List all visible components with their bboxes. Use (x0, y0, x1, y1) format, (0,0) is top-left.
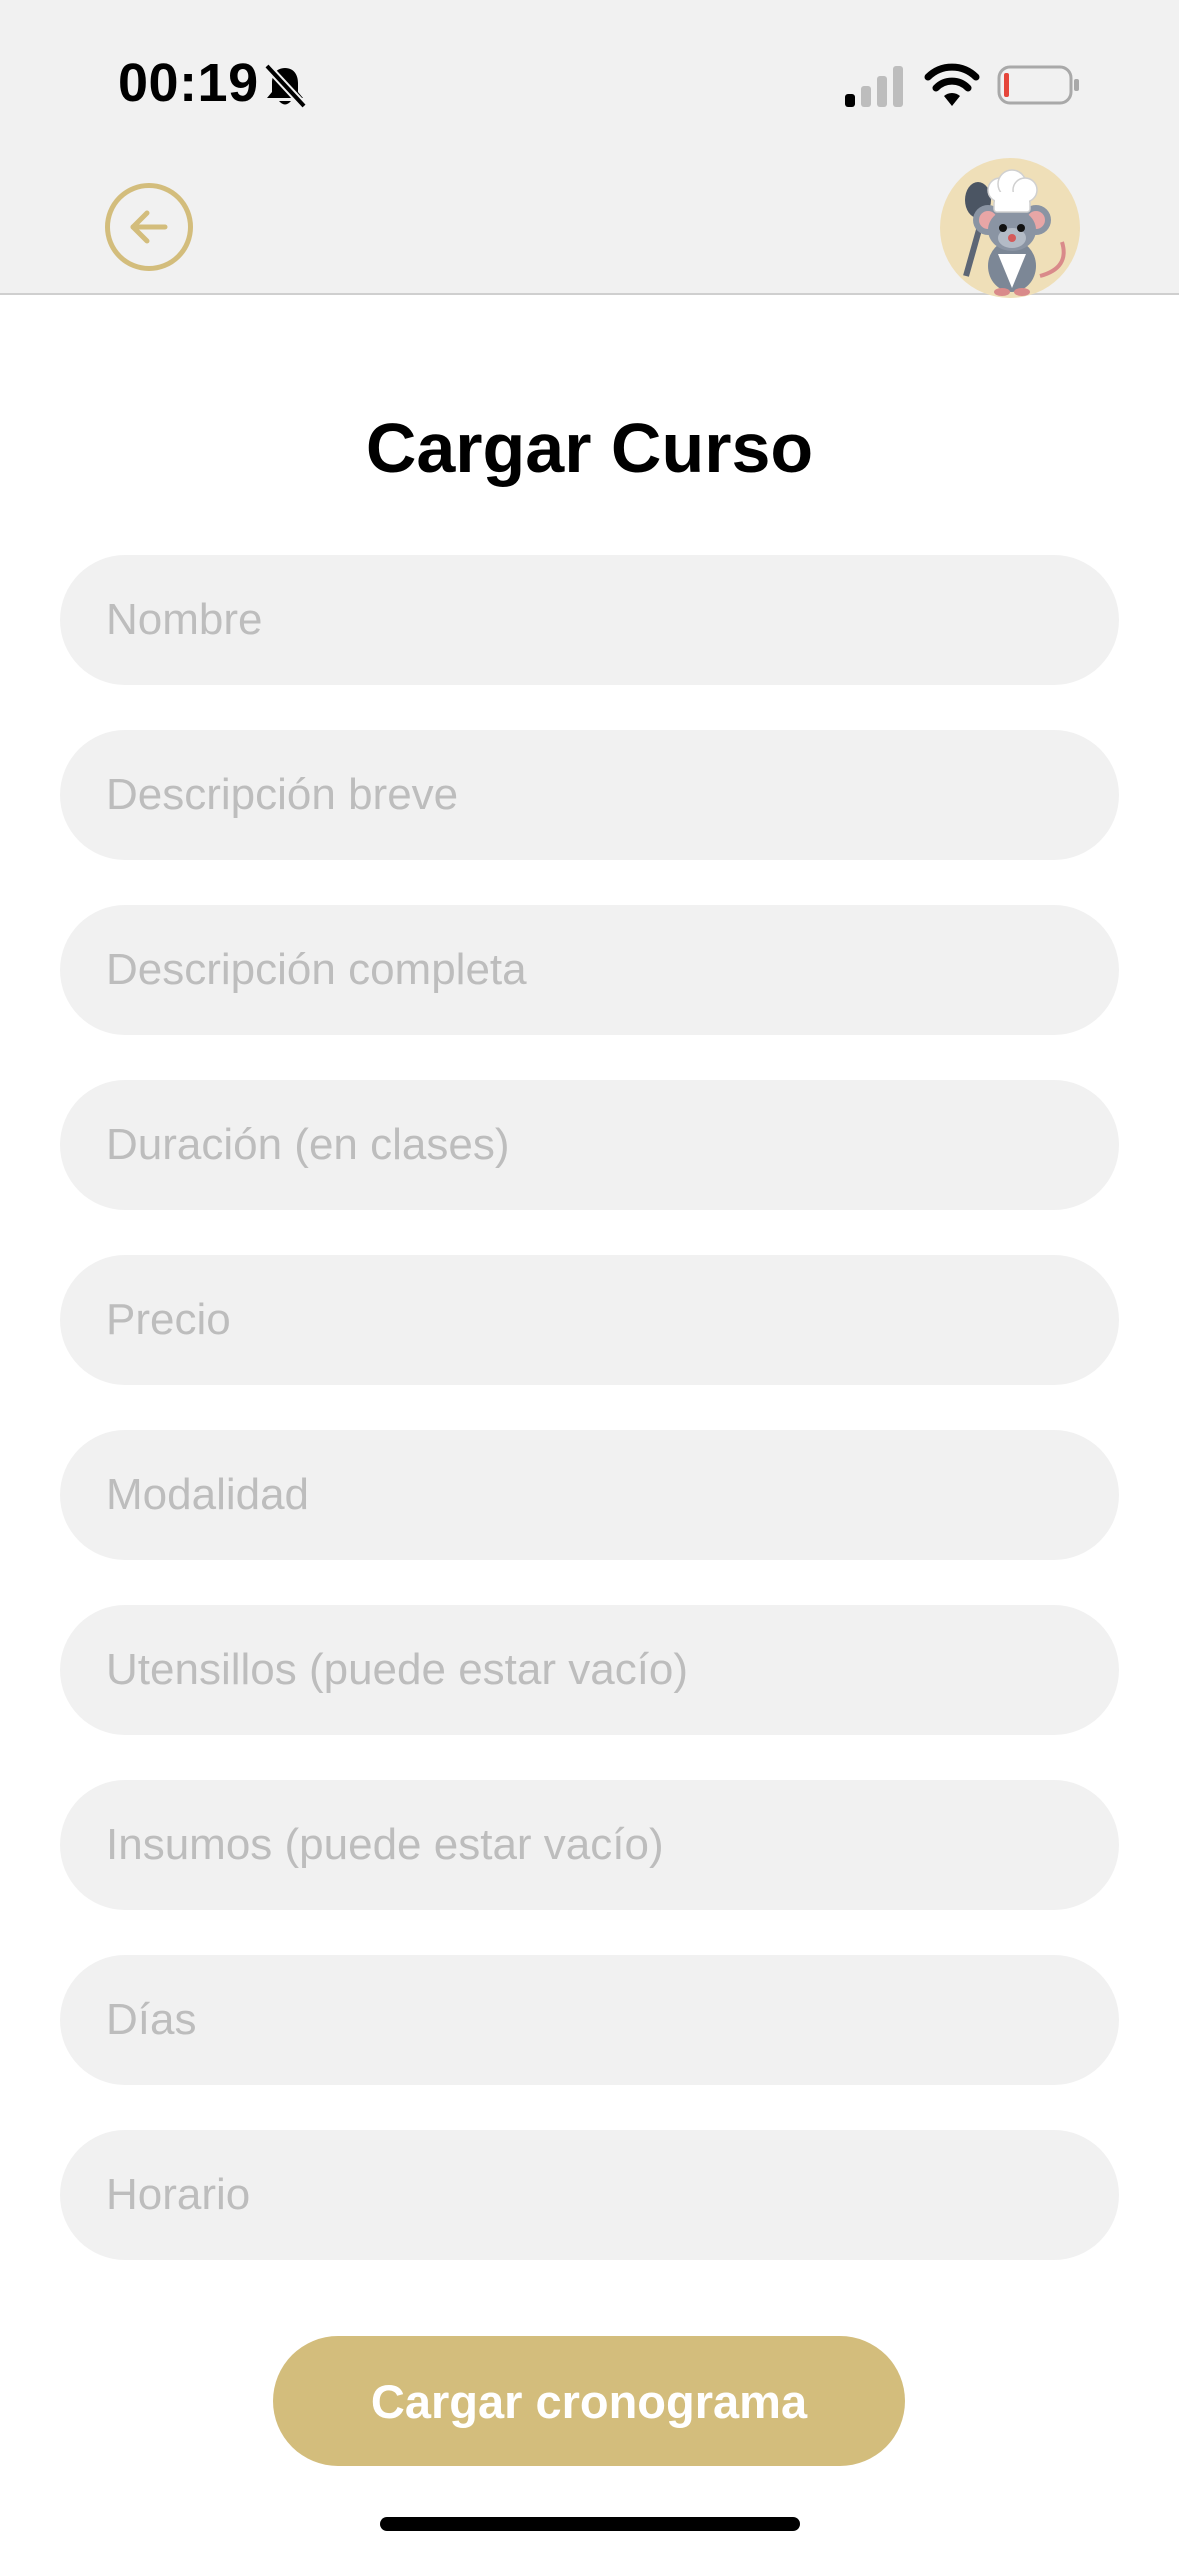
supplies-input[interactable] (60, 1780, 1119, 1910)
chef-mouse-icon (963, 169, 1066, 296)
price-input[interactable] (60, 1255, 1119, 1385)
avatar[interactable] (940, 158, 1080, 298)
wifi-icon (924, 63, 980, 106)
utensils-input[interactable] (60, 1605, 1119, 1735)
home-indicator (380, 2517, 800, 2531)
full-description-input[interactable] (60, 905, 1119, 1035)
modality-input[interactable] (60, 1430, 1119, 1560)
back-button[interactable] (105, 183, 193, 271)
load-schedule-button[interactable]: Cargar cronograma (273, 2336, 905, 2466)
page-title: Cargar Curso (365, 409, 814, 487)
bell-slash-icon (264, 63, 307, 109)
arrow-left-icon (130, 210, 168, 244)
status-time: 00:19 (118, 53, 259, 113)
days-input[interactable] (60, 1955, 1119, 2085)
duration-input[interactable] (60, 1080, 1119, 1210)
name-input[interactable] (60, 555, 1119, 685)
top-bar: 00:19 (0, 0, 1179, 298)
signal-icon (845, 66, 903, 107)
schedule-input[interactable] (60, 2130, 1119, 2260)
short-description-input[interactable] (60, 730, 1119, 860)
battery-icon (997, 65, 1079, 105)
